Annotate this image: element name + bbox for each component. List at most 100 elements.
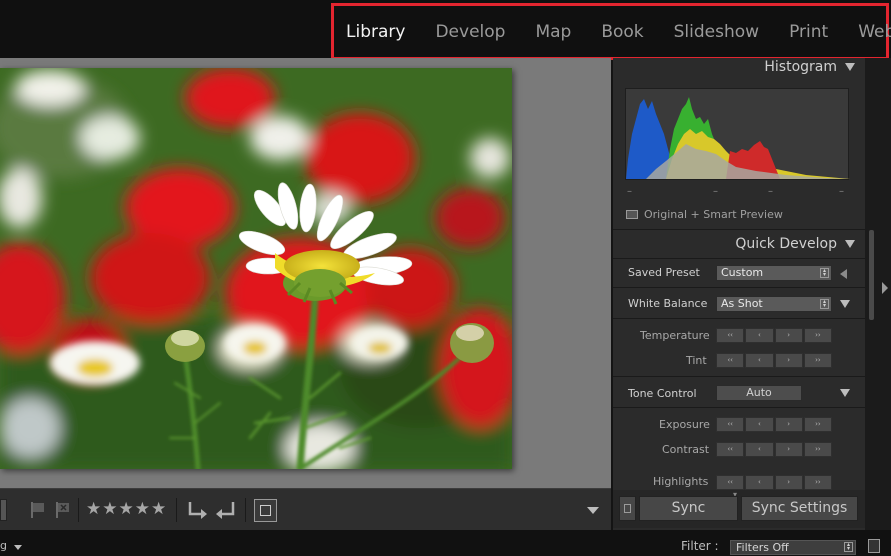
image-viewer bbox=[0, 58, 611, 488]
step-large-increase-button[interactable]: ›› bbox=[803, 442, 832, 457]
histogram-tick: – bbox=[627, 186, 632, 197]
module-slideshow[interactable]: Slideshow bbox=[674, 22, 759, 42]
panel-divider bbox=[613, 258, 865, 259]
saved-preset-label: Saved Preset bbox=[628, 266, 700, 279]
reject-flag-icon[interactable] bbox=[55, 501, 71, 519]
exposure-label: Exposure bbox=[659, 418, 710, 431]
sync-settings-button[interactable]: Sync Settings bbox=[741, 496, 858, 521]
filmstrip-source-label[interactable]: g bbox=[0, 539, 7, 552]
sync-button[interactable]: Sync bbox=[639, 496, 738, 521]
step-large-increase-button[interactable]: ›› bbox=[803, 328, 832, 343]
auto-sync-toggle[interactable] bbox=[619, 496, 636, 521]
auto-tone-button[interactable]: Auto bbox=[716, 385, 802, 401]
step-decrease-button[interactable]: ‹ bbox=[745, 353, 774, 368]
collapse-triangle-icon bbox=[845, 240, 855, 248]
flower-photo bbox=[0, 68, 512, 469]
step-increase-button[interactable]: › bbox=[774, 328, 803, 343]
filter-bar: g Filter : Filters Off ▴ ▾ bbox=[0, 530, 891, 556]
step-large-decrease-button[interactable]: ‹‹ bbox=[716, 353, 745, 368]
smart-preview-icon bbox=[626, 210, 638, 219]
toolbar-separator bbox=[176, 498, 177, 522]
saved-preset-value: Custom bbox=[721, 266, 764, 279]
filter-value: Filters Off bbox=[736, 541, 789, 554]
histogram-tick: – bbox=[839, 186, 844, 197]
white-balance-label: White Balance bbox=[628, 297, 708, 310]
white-balance-value: As Shot bbox=[721, 297, 763, 310]
filter-label: Filter : bbox=[681, 539, 719, 553]
histogram-tick: – bbox=[713, 186, 718, 197]
histogram-chart[interactable] bbox=[625, 88, 850, 180]
step-large-increase-button[interactable]: ›› bbox=[803, 417, 832, 432]
crop-overlay-icon[interactable] bbox=[254, 499, 277, 522]
temperature-stepper: ‹‹ ‹ › ›› bbox=[716, 328, 832, 343]
filter-lock-icon[interactable] bbox=[868, 539, 880, 553]
step-large-decrease-button[interactable]: ‹‹ bbox=[716, 475, 745, 490]
step-large-decrease-button[interactable]: ‹‹ bbox=[716, 328, 745, 343]
module-web[interactable]: Web bbox=[858, 22, 891, 42]
collapse-right-panel-icon[interactable] bbox=[882, 282, 888, 294]
switch-icon bbox=[624, 504, 631, 513]
view-mode-button[interactable] bbox=[0, 499, 7, 521]
preview-status-text: Original + Smart Preview bbox=[644, 208, 783, 221]
module-develop[interactable]: Develop bbox=[435, 22, 505, 42]
white-balance-select[interactable]: As Shot ▴ ▾ bbox=[716, 296, 832, 312]
step-large-increase-button[interactable]: ›› bbox=[803, 475, 832, 490]
module-book[interactable]: Book bbox=[601, 22, 643, 42]
panel-divider bbox=[613, 407, 865, 408]
module-print[interactable]: Print bbox=[789, 22, 828, 42]
preview-status: Original + Smart Preview bbox=[626, 208, 783, 221]
step-increase-button[interactable]: › bbox=[774, 442, 803, 457]
collapse-triangle-icon[interactable] bbox=[840, 300, 850, 308]
right-panel-scrollbar[interactable] bbox=[865, 58, 891, 530]
highlights-stepper: ‹‹ ‹ › ›› bbox=[716, 475, 832, 490]
toolbar-separator bbox=[78, 498, 79, 522]
module-map[interactable]: Map bbox=[535, 22, 571, 42]
histogram-graph bbox=[626, 97, 850, 179]
histogram-header[interactable]: Histogram bbox=[764, 59, 855, 75]
module-library[interactable]: Library bbox=[346, 22, 405, 42]
step-increase-button[interactable]: › bbox=[774, 475, 803, 490]
step-decrease-button[interactable]: ‹ bbox=[745, 442, 774, 457]
updown-arrows-icon: ▴ ▾ bbox=[844, 542, 853, 552]
rotate-right-icon[interactable] bbox=[214, 500, 238, 522]
panel-divider bbox=[613, 287, 865, 288]
tint-stepper: ‹‹ ‹ › ›› bbox=[716, 353, 832, 368]
module-bar: Library Develop Map Book Slideshow Print… bbox=[0, 0, 891, 60]
sync-footer: ▾ Sync Sync Settings bbox=[613, 490, 865, 528]
filter-select[interactable]: Filters Off ▴ ▾ bbox=[730, 540, 856, 555]
step-large-decrease-button[interactable]: ‹‹ bbox=[716, 442, 745, 457]
exposure-stepper: ‹‹ ‹ › ›› bbox=[716, 417, 832, 432]
contrast-label: Contrast bbox=[662, 443, 710, 456]
panel-divider bbox=[613, 318, 865, 319]
panel-divider bbox=[613, 376, 865, 377]
expand-triangle-icon[interactable] bbox=[840, 269, 847, 279]
updown-arrows-icon: ▴ ▾ bbox=[820, 299, 829, 309]
tone-control-label: Tone Control bbox=[628, 387, 697, 400]
photo-preview[interactable] bbox=[0, 68, 512, 469]
collapse-triangle-icon bbox=[845, 63, 855, 71]
saved-preset-select[interactable]: Custom ▴ ▾ bbox=[716, 265, 832, 281]
module-picker: Library Develop Map Book Slideshow Print… bbox=[331, 3, 891, 60]
panel-divider bbox=[613, 229, 865, 230]
tint-label: Tint bbox=[686, 354, 707, 367]
toolbar-options-chevron-down-icon[interactable] bbox=[587, 507, 599, 514]
step-increase-button[interactable]: › bbox=[774, 417, 803, 432]
step-decrease-button[interactable]: ‹ bbox=[745, 475, 774, 490]
rotate-left-icon[interactable] bbox=[185, 500, 209, 522]
toolbar-separator bbox=[245, 498, 246, 522]
chevron-down-icon[interactable] bbox=[14, 545, 22, 550]
temperature-label: Temperature bbox=[640, 329, 710, 342]
scrollbar-thumb[interactable] bbox=[869, 230, 874, 320]
step-large-decrease-button[interactable]: ‹‹ bbox=[716, 417, 745, 432]
updown-arrows-icon: ▴ ▾ bbox=[820, 268, 829, 278]
step-increase-button[interactable]: › bbox=[774, 353, 803, 368]
collapse-triangle-icon[interactable] bbox=[840, 389, 850, 397]
histogram-tick: – bbox=[768, 186, 773, 197]
step-decrease-button[interactable]: ‹ bbox=[745, 417, 774, 432]
star-rating[interactable]: ★★★★★ bbox=[86, 499, 167, 519]
step-large-increase-button[interactable]: ›› bbox=[803, 353, 832, 368]
flag-icon[interactable] bbox=[30, 501, 46, 519]
quick-develop-title: Quick Develop bbox=[735, 236, 837, 252]
step-decrease-button[interactable]: ‹ bbox=[745, 328, 774, 343]
quick-develop-header[interactable]: Quick Develop bbox=[735, 236, 855, 252]
